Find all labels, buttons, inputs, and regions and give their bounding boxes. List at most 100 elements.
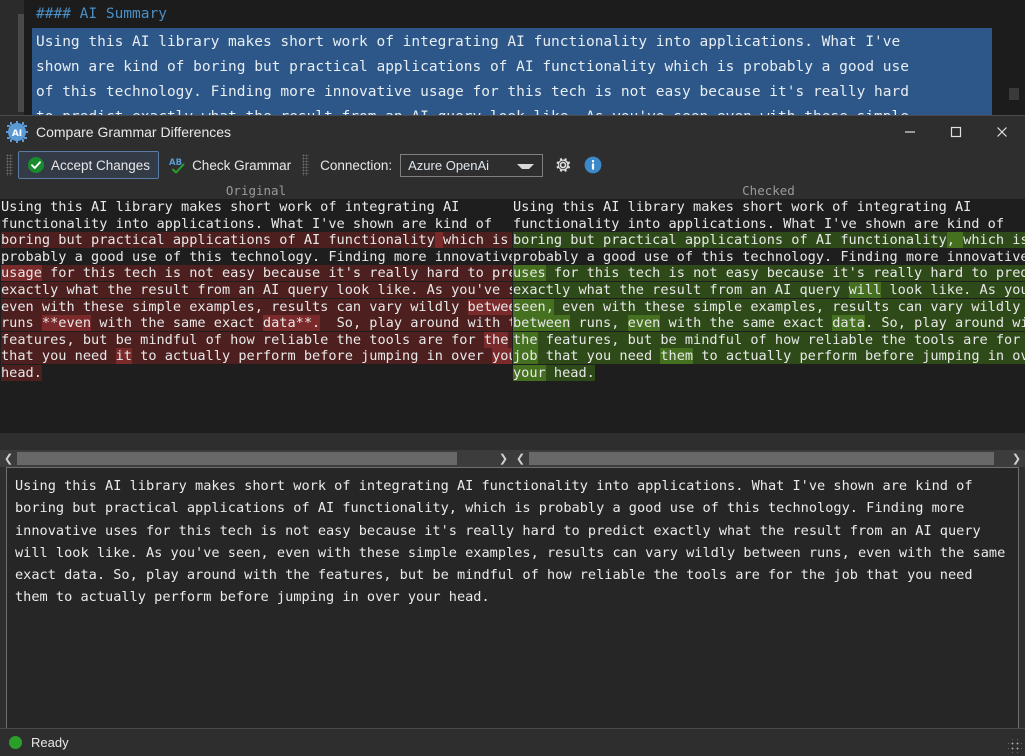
checked-scroll-track[interactable]: [529, 450, 1008, 467]
info-icon[interactable]: [583, 155, 603, 175]
diff-run-del: even with these simple examples, results…: [1, 299, 468, 315]
diff-line: usage for this tech is not easy because …: [1, 265, 512, 282]
diff-run: Using this AI library makes short work o…: [1, 199, 468, 215]
diff-line: boring but practical applications of AI …: [513, 232, 1025, 249]
diff-line: seen, even with these simple examples, r…: [513, 299, 1025, 316]
editor-gutter-marker: [18, 14, 24, 112]
diff-line: Using this AI library makes short work o…: [513, 199, 1025, 216]
scroll-right-icon[interactable]: ❯: [495, 450, 512, 467]
original-pane-header: Original: [0, 182, 512, 199]
diff-line: uses for this tech is not easy because i…: [513, 265, 1025, 282]
original-scroll-thumb[interactable]: [17, 452, 457, 465]
scroll-right-icon-2[interactable]: ❯: [1008, 450, 1025, 467]
diff-run: Using this AI library makes short work o…: [513, 199, 980, 215]
diff-line: functionality into applications. What I'…: [1, 216, 512, 233]
diff-run-ins: exactly what the result from an AI query: [513, 282, 849, 298]
diff-run-ins-s: job: [513, 348, 538, 364]
diff-run: probably a good use of this technology. …: [513, 249, 1025, 265]
resize-grip-icon[interactable]: [1008, 739, 1022, 753]
diff-run-del: which is: [443, 232, 512, 248]
diff-run-ins: which is: [963, 232, 1025, 248]
toolbar-grip-handle-2[interactable]: [302, 154, 309, 176]
result-textarea[interactable]: Using this AI library makes short work o…: [6, 467, 1019, 751]
diff-run-ins-s: ,: [947, 232, 963, 248]
spellcheck-icon: AB: [168, 156, 186, 174]
diff-line: even with these simple examples, results…: [1, 299, 512, 316]
checked-scroll-thumb[interactable]: [529, 452, 994, 465]
diff-run-del: that you need: [1, 348, 116, 364]
svg-text:AB: AB: [169, 158, 182, 168]
original-pane-body[interactable]: Using this AI library makes short work o…: [0, 199, 512, 433]
background-editor: #### AI Summary Using this AI library ma…: [0, 0, 1025, 130]
original-hscrollbar[interactable]: ❮ ❯: [0, 450, 512, 467]
diff-line: head.: [1, 365, 512, 382]
diff-line: exactly what the result from an AI query…: [513, 282, 1025, 299]
connection-value: Azure OpenAi: [401, 158, 489, 173]
editor-heading: #### AI Summary: [36, 6, 167, 22]
diff-run-del-s: it: [116, 348, 132, 364]
diff-run-del-s: the: [484, 332, 509, 348]
diff-run-ins: even with these simple examples, results…: [554, 299, 1025, 315]
diff-run-ins-s: will: [849, 282, 882, 298]
accept-changes-button[interactable]: Accept Changes: [18, 151, 159, 179]
diff-run-del: head.: [1, 365, 42, 381]
status-text: Ready: [31, 735, 69, 750]
maximize-button[interactable]: [933, 116, 979, 148]
diff-line: your head.: [513, 365, 1025, 382]
diff-line: job that you need them to actually perfo…: [513, 348, 1025, 365]
status-bar: Ready: [0, 728, 1025, 756]
diff-run-ins: for this tech is not easy because it's r…: [546, 265, 1025, 281]
diff-line: functionality into applications. What I'…: [513, 216, 1025, 233]
checked-pane-body[interactable]: Using this AI library makes short work o…: [512, 199, 1025, 433]
diff-run-ins: boring but practical applications of AI …: [513, 232, 947, 248]
diff-line: probably a good use of this technology. …: [513, 249, 1025, 266]
connection-dropdown[interactable]: Azure OpenAi: [400, 154, 543, 177]
checked-diff-text: Using this AI library makes short work o…: [512, 199, 1025, 382]
diff-run-ins: look like. As you've: [881, 282, 1025, 298]
editor-selected-text: Using this AI library makes short work o…: [32, 28, 992, 128]
checked-hscrollbar[interactable]: ❮ ❯: [512, 450, 1025, 467]
diff-run-ins-s: your: [513, 365, 546, 381]
check-circle-icon: [27, 156, 45, 174]
minimize-button[interactable]: [887, 116, 933, 148]
check-grammar-button[interactable]: AB Check Grammar: [159, 151, 300, 179]
diff-run-ins: features, but be mindful of how reliable…: [538, 332, 1025, 348]
compare-grammar-window: AI Compare Grammar Differences: [0, 115, 1025, 756]
diff-run-ins: . So, play around with: [865, 315, 1025, 331]
diff-line: features, but be mindful of how reliable…: [1, 332, 512, 349]
diff-run-ins: with the same exact: [660, 315, 832, 331]
diff-run-del-s: data**.: [263, 315, 320, 331]
diff-run-del-s: [435, 232, 443, 248]
diff-run-ins: runs,: [570, 315, 627, 331]
diff-run-ins-s: the: [513, 332, 538, 348]
diff-line: the features, but be mindful of how reli…: [513, 332, 1025, 349]
diff-line: runs **even with the same exact data**. …: [1, 315, 512, 332]
diff-line: Using this AI library makes short work o…: [1, 199, 512, 216]
diff-run-ins: head.: [546, 365, 595, 381]
diff-run: functionality into applications. What I'…: [1, 216, 500, 232]
window-controls: [887, 116, 1025, 148]
checked-pane-header: Checked: [512, 182, 1025, 199]
diff-run-del-s: your: [492, 348, 512, 364]
diff-run-del: runs: [1, 315, 42, 331]
gear-icon[interactable]: [553, 155, 573, 175]
close-button[interactable]: [979, 116, 1025, 148]
diff-run-del: features, but be mindful of how reliable…: [1, 332, 484, 348]
scroll-left-icon-2[interactable]: ❮: [512, 450, 529, 467]
diff-run-del: to actually perform before jumping in ov…: [132, 348, 492, 364]
diff-viewer: Original Using this AI library makes sho…: [0, 182, 1025, 450]
checked-pane: Checked Using this AI library makes shor…: [512, 182, 1025, 450]
main-toolbar: Accept Changes AB Check Grammar Connecti…: [0, 148, 1025, 182]
scroll-left-icon[interactable]: ❮: [0, 450, 17, 467]
diff-line: that you need it to actually perform bef…: [1, 348, 512, 365]
window-titlebar[interactable]: AI Compare Grammar Differences: [0, 116, 1025, 148]
diff-run-ins: that you need: [538, 348, 661, 364]
accept-changes-label: Accept Changes: [51, 158, 150, 173]
diff-run-del: So, play around with the: [320, 315, 512, 331]
check-grammar-label: Check Grammar: [192, 158, 291, 173]
toolbar-grip-handle[interactable]: [6, 154, 13, 176]
diff-line: exactly what the result from an AI query…: [1, 282, 512, 299]
editor-minimap-block: [1009, 88, 1019, 100]
original-scroll-track[interactable]: [17, 450, 495, 467]
result-text: Using this AI library makes short work o…: [7, 468, 1018, 609]
